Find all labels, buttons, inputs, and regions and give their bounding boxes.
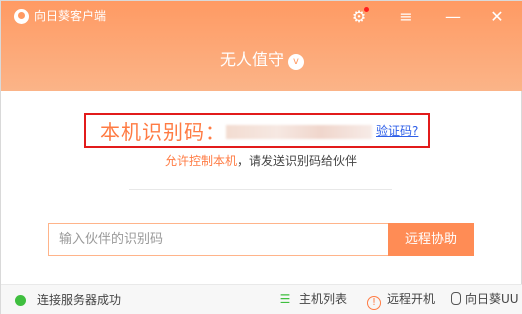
notification-dot bbox=[364, 7, 369, 12]
app-window: 向日葵客户端 ⚙ ≡ — ✕ 无人值守 v 本机识别码： 验证码? 允许控制本机，… bbox=[0, 0, 522, 314]
machine-id-panel: 本机识别码： 验证码? bbox=[84, 113, 430, 148]
chevron-down-icon: v bbox=[288, 54, 304, 70]
partner-id-input[interactable]: 输入伙伴的识别码 bbox=[48, 223, 388, 256]
minimize-icon[interactable]: — bbox=[443, 7, 463, 27]
header-banner: 向日葵客户端 ⚙ ≡ — ✕ 无人值守 v bbox=[1, 1, 522, 91]
allow-control-text: 允许控制本机 bbox=[164, 154, 237, 168]
list-icon: ☰ bbox=[279, 292, 291, 306]
sunflower-uu-button[interactable]: 向日葵UU bbox=[451, 291, 519, 308]
connection-status-icon bbox=[15, 295, 26, 306]
menu-icon[interactable]: ≡ bbox=[396, 7, 416, 27]
remote-wake-button[interactable]: ! 远程开机 bbox=[367, 291, 435, 310]
sunflower-uu-label: 向日葵UU bbox=[465, 292, 519, 306]
divider bbox=[129, 189, 392, 190]
app-title: 向日葵客户端 bbox=[34, 9, 107, 23]
machine-id-value-redacted bbox=[226, 125, 372, 139]
connection-status-text: 连接服务器成功 bbox=[37, 293, 122, 307]
sunlogin-logo-icon bbox=[14, 9, 29, 24]
allow-control-hint: 允许控制本机，请发送识别码给伙伴 bbox=[1, 153, 521, 170]
power-icon: ! bbox=[367, 296, 381, 310]
unattended-mode-toggle[interactable]: 无人值守 v bbox=[1, 49, 522, 71]
mouse-icon bbox=[451, 292, 461, 305]
remote-assist-button[interactable]: 远程协助 bbox=[388, 223, 474, 256]
settings-icon[interactable]: ⚙ bbox=[349, 7, 369, 27]
unattended-mode-label: 无人值守 bbox=[219, 50, 284, 69]
host-list-button[interactable]: ☰ 主机列表 bbox=[277, 291, 347, 308]
remote-wake-label: 远程开机 bbox=[387, 292, 436, 306]
send-id-text: ，请发送识别码给伙伴 bbox=[237, 154, 358, 168]
machine-id-label: 本机识别码： bbox=[100, 120, 226, 144]
status-footer: 连接服务器成功 ☰ 主机列表 ! 远程开机 向日葵UU bbox=[1, 284, 522, 314]
host-list-label: 主机列表 bbox=[299, 292, 348, 306]
close-icon[interactable]: ✕ bbox=[487, 7, 507, 27]
verification-code-link[interactable]: 验证码? bbox=[376, 123, 418, 139]
